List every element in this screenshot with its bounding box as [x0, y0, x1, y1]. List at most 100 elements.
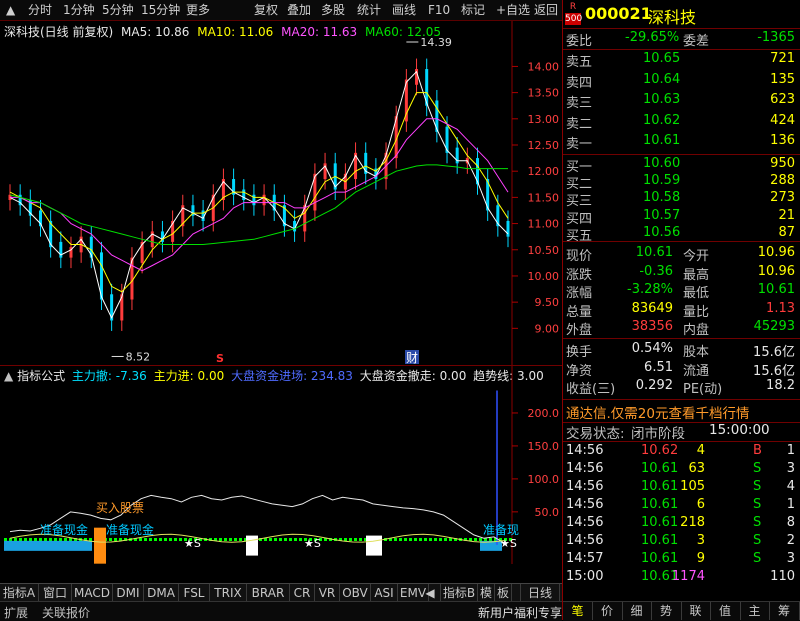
- toolbar-add-favorite[interactable]: +自选: [496, 2, 530, 18]
- stat-row: 总量 83649 量比 1.13: [563, 300, 797, 320]
- quote-tab[interactable]: 细: [622, 602, 652, 620]
- tick-volume: 4: [696, 443, 705, 458]
- indicator-tab-mo[interactable]: 模: [478, 584, 495, 602]
- quote-tab-bar: 笔价细势联值主筹: [563, 601, 800, 621]
- toolbar-stats[interactable]: 统计: [357, 2, 381, 18]
- ind-tick-label: 100.0: [528, 473, 560, 486]
- toolbar-mark[interactable]: 标记: [461, 2, 485, 18]
- price-tick-label: 14.00: [528, 60, 560, 73]
- stat2-row: 换手 0.54% 股本 15.6亿: [563, 341, 797, 360]
- quote-tab[interactable]: 主: [740, 602, 770, 620]
- tick-volume: 63: [688, 461, 705, 476]
- toolbar-5min[interactable]: 5分钟: [102, 2, 134, 18]
- indicator-tab[interactable]: MACD: [72, 584, 113, 602]
- indicator-tab[interactable]: DMA: [144, 584, 179, 602]
- toolbar-fenshi[interactable]: 分时: [28, 2, 52, 18]
- sell-level-volume: 135: [770, 71, 795, 87]
- buy-level-row[interactable]: 买四 10.57 21: [563, 207, 797, 227]
- promo-text[interactable]: 通达信.仅需20元查看千档行情: [566, 402, 749, 422]
- buy-level-row[interactable]: 买三 10.58 273: [563, 190, 797, 210]
- stat-value: -0.36: [639, 263, 673, 279]
- quote-tab[interactable]: 联: [681, 602, 711, 620]
- stat-value: 38356: [631, 319, 673, 334]
- stock-header: R 500 000021 深科技: [563, 0, 800, 29]
- toolbar-overlay[interactable]: 叠加: [287, 2, 311, 18]
- sell-level-row[interactable]: 卖三 10.63 623: [563, 92, 797, 111]
- tick-row: 14:56 10.61 3 S 2: [563, 533, 797, 551]
- tick-price: 10.61: [641, 533, 679, 548]
- indicator-tab-b[interactable]: 指标B: [441, 584, 478, 602]
- footer-expand[interactable]: 扩展: [4, 604, 28, 621]
- quote-stats-2: 换手 0.54% 股本 15.6亿 净资 6.51 流通 15.6亿 收益(三) 0.292 PE(…: [563, 338, 800, 398]
- sell-level-price: 10.65: [643, 51, 681, 66]
- r-badge: R 500: [565, 2, 583, 25]
- tab-scroll-left-icon[interactable]: ◀: [420, 584, 441, 602]
- buy-level-label: 买三: [566, 194, 593, 210]
- indicator-tab[interactable]: 窗口: [39, 584, 72, 602]
- indicator-tab[interactable]: 指标A: [0, 584, 39, 602]
- stat-value-2: 10.96: [757, 263, 795, 279]
- tick-time: 14:56: [566, 497, 604, 512]
- stat-value: 10.61: [635, 245, 673, 260]
- quote-tab[interactable]: 筹: [770, 602, 800, 620]
- stat-value-2: 1.13: [766, 300, 795, 316]
- ind-buy-bar: [94, 527, 106, 564]
- toolbar-multistock[interactable]: 多股: [321, 2, 345, 18]
- buy-level-row[interactable]: 买二 10.59 288: [563, 173, 797, 192]
- promo-row[interactable]: 通达信.仅需20元查看千档行情: [563, 399, 800, 423]
- indicator-tab[interactable]: ASI: [371, 584, 398, 602]
- buy-level-volume: 21: [778, 207, 795, 223]
- sell-level-row[interactable]: 卖二 10.62 424: [563, 113, 797, 132]
- indicator-tab[interactable]: TRIX: [210, 584, 247, 602]
- weibi-value: -29.65%: [625, 30, 680, 45]
- tick-list[interactable]: 14:56 10.62 4 B 1 14:56 10.61 63 S 3 14:56 10.61 105…: [563, 442, 800, 586]
- toolbar-more[interactable]: 更多: [186, 2, 210, 18]
- quote-tab[interactable]: 值: [711, 602, 741, 620]
- tick-bs: S: [753, 533, 762, 548]
- price-tick-label: 10.00: [528, 270, 560, 283]
- toolbar-draw[interactable]: 画线: [392, 2, 416, 18]
- stat-label-2: 最低: [683, 286, 710, 301]
- kline-chart[interactable]: 14.00 13.50 13.00 12.50 12.00 11.50 11.00 10.50…: [0, 21, 562, 365]
- footer-related-quotes[interactable]: 关联报价: [42, 604, 90, 621]
- tick-volume: 218: [680, 515, 705, 530]
- indicator-tab[interactable]: DMI: [113, 584, 144, 602]
- sell-level-row[interactable]: 卖四 10.64 135: [563, 71, 797, 91]
- toolbar-1min[interactable]: 1分钟: [63, 2, 95, 18]
- indicator-tab[interactable]: VR: [315, 584, 340, 602]
- period-day-tab[interactable]: 日线: [520, 584, 560, 602]
- sell-level-row[interactable]: 卖五 10.65 721: [563, 51, 797, 70]
- tick-volume: 105: [680, 479, 705, 494]
- stat-label: 总量: [566, 304, 593, 320]
- s-marker: S: [216, 352, 224, 365]
- quote-tab[interactable]: 笔: [563, 602, 593, 620]
- indicator-tab[interactable]: FSL: [179, 584, 210, 602]
- price-tick-label: 13.50: [528, 87, 560, 100]
- weicha-value: -1365: [757, 30, 795, 45]
- tick-count: 4: [786, 479, 795, 494]
- indicator-chart[interactable]: 200.0150.0100.050.0买入股票准备现金 准备现金 准备现★S ★S ★S…: [0, 366, 562, 564]
- ind-cyan-bar-left: [4, 540, 92, 551]
- tick-row: 14:56 10.61 105 S 4: [563, 479, 797, 497]
- indicator-tab[interactable]: OBV: [340, 584, 371, 602]
- indicator-tab[interactable]: BRAR: [247, 584, 290, 602]
- buy-level-row[interactable]: 买一 10.60 950: [563, 156, 797, 175]
- buy-level-price: 10.58: [643, 190, 681, 206]
- tick-row: 15:00 10.61 1174 110: [563, 569, 797, 587]
- footer-promo[interactable]: 新用户福利专享: [478, 604, 562, 621]
- menu-up-icon[interactable]: ▲: [6, 2, 15, 18]
- quote-tab[interactable]: 势: [652, 602, 682, 620]
- indicator-tab[interactable]: CR: [290, 584, 315, 602]
- toolbar-15min[interactable]: 15分钟: [141, 2, 180, 18]
- s-star-marker: ★S: [500, 537, 517, 550]
- sell-level-row[interactable]: 卖一 10.61 136: [563, 133, 797, 152]
- tick-volume: 6: [696, 497, 705, 512]
- toolbar-f10[interactable]: F10: [428, 2, 450, 18]
- toolbar-fuquan[interactable]: 复权: [254, 2, 278, 18]
- ma-line-ma10: [9, 92, 509, 293]
- tick-volume: 3: [696, 533, 705, 548]
- quote-tab[interactable]: 价: [593, 602, 623, 620]
- indicator-tab-ban[interactable]: 板: [495, 584, 512, 602]
- tick-bs: S: [753, 551, 762, 566]
- toolbar-back[interactable]: 返回: [534, 2, 558, 18]
